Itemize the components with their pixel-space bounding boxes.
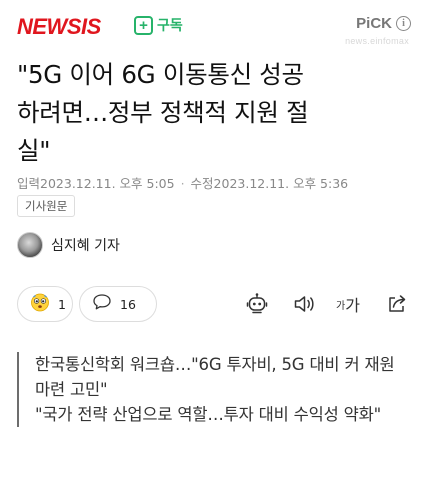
comment-count: 16 [120,296,136,312]
subscribe-label: 구독 [157,18,183,34]
font-size-small-label: 가 [336,300,346,312]
info-icon[interactable]: i [396,16,411,31]
reaction-count: 1 [58,296,66,312]
ai-bot-icon[interactable] [245,292,269,316]
article-title: "5G 이어 6G 이동통신 성공 하려면…정부 정책적 지원 절 실" [17,56,417,170]
subscribe-button[interactable]: + 구독 [134,15,183,35]
pick-label: PiCK [356,15,392,32]
reporter-name: 심지혜 기자 [51,238,120,254]
title-line: "5G 이어 6G 이동통신 성공 [17,60,304,89]
comment-icon [92,293,112,315]
modified-time: 2023.12.11. 오후 5:36 [213,176,349,191]
newsis-logo[interactable]: NEWSIS [17,14,101,40]
header: NEWSIS + 구독 PiCK i news.einfomax [0,0,427,52]
watermark: news.einfomax [345,36,409,46]
modified-label: 수정 [190,176,214,191]
title-line: 실" [17,136,51,165]
avatar [17,232,43,258]
speaker-icon[interactable] [292,292,316,316]
share-icon[interactable] [385,292,409,316]
reporter[interactable]: 심지혜 기자 [17,232,120,258]
article-meta: 입력2023.12.11. 오후 5:05 · 수정2023.12.11. 오후… [17,173,348,192]
article-summary: 한국통신학회 워크숍…"6G 투자비, 5G 대비 커 재원 마련 고민" "국… [17,352,412,427]
font-size-icon[interactable]: 가가 [336,292,360,316]
summary-line: 한국통신학회 워크숍…"6G 투자비, 5G 대비 커 재원 마련 고민" [35,355,395,399]
title-line: 하려면…정부 정책적 지원 절 [17,98,309,127]
input-label: 입력 [17,176,41,191]
reaction-button[interactable]: 1 [17,286,73,322]
original-article-button[interactable]: 기사원문 [17,195,76,217]
summary-line: "국가 전략 산업으로 역할…투자 대비 수익성 약화" [35,405,381,424]
pick-badge[interactable]: PiCK i [356,15,411,32]
emoji-reaction-icon [30,292,50,316]
meta-separator: · [180,176,185,191]
comment-button[interactable]: 16 [79,286,157,322]
input-time: 2023.12.11. 오후 5:05 [40,176,175,191]
action-bar: 1 16 가가 [17,286,412,322]
plus-icon: + [134,15,153,35]
font-size-large-label: 가 [345,296,360,315]
